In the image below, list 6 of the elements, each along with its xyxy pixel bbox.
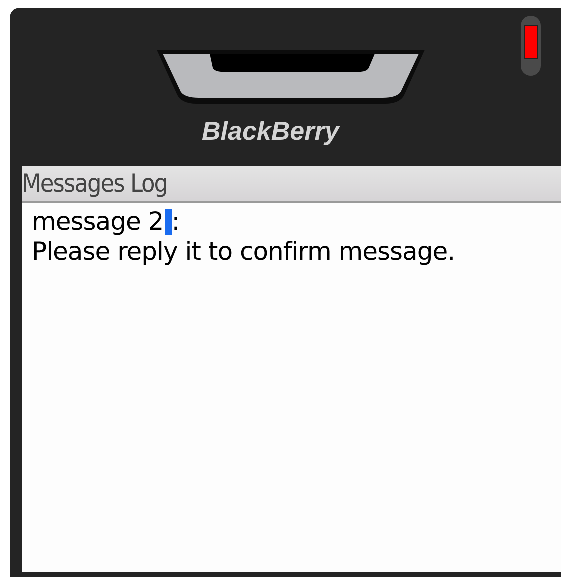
text-cursor xyxy=(164,209,172,235)
screen-title: Messages Log xyxy=(22,166,561,203)
message-text: Please reply it to confirm message. xyxy=(32,237,456,267)
message-heading: message 2 xyxy=(32,207,164,237)
brand-logo: BlackBerry xyxy=(202,116,340,147)
message-heading-colon: : xyxy=(172,207,180,237)
